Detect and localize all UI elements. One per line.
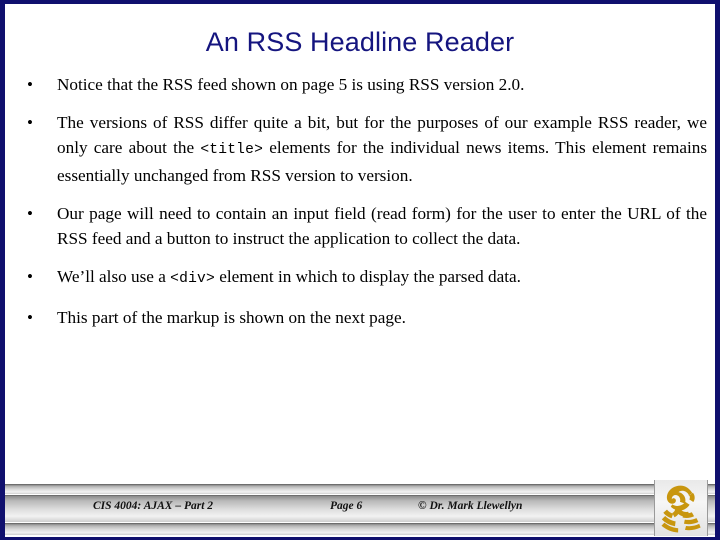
text-run: We’ll also use a: [57, 267, 171, 286]
inline-code: <div>: [170, 271, 215, 287]
bullet-marker-icon: •: [27, 204, 33, 223]
bullet-marker-icon: •: [27, 308, 33, 327]
bullet-marker-icon: •: [27, 75, 33, 94]
footer-band-top: [5, 484, 715, 494]
page-title: An RSS Headline Reader: [205, 27, 515, 57]
bullet-item: • Notice that the RSS feed shown on page …: [15, 72, 715, 97]
footer-text-row: CIS 4004: AJAX – Part 2 Page 6 © Dr. Mar…: [5, 495, 715, 521]
bullet-text: We’ll also use a <div> element in which …: [57, 264, 715, 292]
bullet-text: Our page will need to contain an input f…: [57, 201, 715, 251]
footer-copyright-label: © Dr. Mark Llewellyn: [418, 500, 523, 512]
text-run: Notice that the RSS feed shown on page 5…: [57, 75, 525, 94]
bullet-text: The versions of RSS differ quite a bit, …: [57, 110, 715, 188]
bullet-item: • Our page will need to contain an input …: [15, 201, 715, 251]
bullet-item: • The versions of RSS differ quite a bit,…: [15, 110, 715, 188]
bullet-marker-icon: •: [27, 113, 33, 132]
text-run: element in which to display the parsed d…: [214, 267, 521, 286]
footer-page-number: Page 6: [330, 500, 363, 512]
text-run: This part of the markup is shown on the …: [57, 308, 406, 327]
bullet-text: This part of the markup is shown on the …: [57, 305, 715, 330]
inline-code: <title>: [200, 142, 264, 158]
slide-body: • Notice that the RSS feed shown on page …: [15, 72, 715, 343]
footer-course-label: CIS 4004: AJAX – Part 2: [93, 500, 214, 512]
ucf-pegasus-logo: [654, 480, 708, 536]
slide-footer: CIS 4004: AJAX – Part 2 Page 6 © Dr. Mar…: [5, 480, 715, 537]
text-run: Our page will need to contain an input f…: [57, 204, 707, 248]
bullet-text: Notice that the RSS feed shown on page 5…: [57, 72, 715, 97]
bullet-item: • This part of the markup is shown on the…: [15, 305, 715, 330]
footer-band-bottom: [5, 523, 715, 535]
bullet-marker-icon: •: [27, 267, 33, 286]
presentation-slide: An RSS Headline Reader • Notice that the …: [0, 0, 720, 540]
bullet-item: • We’ll also use a <div> element in which…: [15, 264, 715, 292]
